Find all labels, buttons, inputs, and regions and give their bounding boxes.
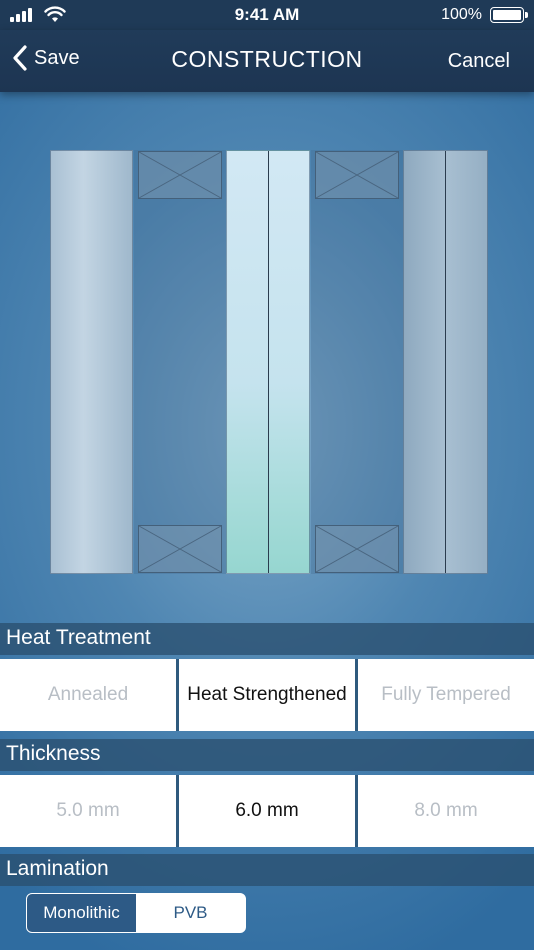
glazing-construction-diagram	[50, 150, 488, 575]
glass-lite-outer[interactable]	[50, 150, 133, 574]
heat-treatment-selector: Annealed Heat Strengthened Fully Tempere…	[0, 659, 534, 731]
navigation-bar: Save CONSTRUCTION Cancel	[0, 30, 534, 92]
spacer-top-left	[138, 151, 222, 199]
status-bar: 9:41 AM 100%	[0, 0, 534, 30]
cancel-button[interactable]: Cancel	[448, 50, 510, 73]
spacer-top-right	[315, 151, 399, 199]
thickness-selector: 5.0 mm 6.0 mm 8.0 mm	[0, 775, 534, 847]
heat-treatment-option-fully-tempered[interactable]: Fully Tempered	[358, 659, 534, 731]
battery-percentage: 100%	[441, 6, 482, 23]
laminate-interlayer-line	[268, 151, 269, 573]
air-gap-right	[311, 150, 403, 574]
heat-treatment-header: Heat Treatment	[0, 623, 534, 655]
glass-lite-inner[interactable]	[403, 150, 488, 574]
glass-lite-center[interactable]	[226, 150, 310, 574]
lamination-toggle: Monolithic PVB	[26, 893, 246, 933]
spacer-bottom-right	[315, 525, 399, 573]
lamination-option-pvb[interactable]: PVB	[136, 894, 245, 932]
lamination-header: Lamination	[0, 854, 534, 886]
thickness-option-6mm[interactable]: 6.0 mm	[179, 775, 355, 847]
heat-treatment-option-heat-strengthened[interactable]: Heat Strengthened	[179, 659, 355, 731]
laminate-interlayer-line	[445, 151, 446, 573]
heat-treatment-option-annealed[interactable]: Annealed	[0, 659, 176, 731]
battery-icon	[490, 7, 528, 23]
lamination-option-monolithic[interactable]: Monolithic	[27, 894, 136, 932]
thickness-header: Thickness	[0, 739, 534, 771]
thickness-option-5mm[interactable]: 5.0 mm	[0, 775, 176, 847]
air-gap-left	[134, 150, 226, 574]
spacer-bottom-left	[138, 525, 222, 573]
thickness-option-8mm[interactable]: 8.0 mm	[358, 775, 534, 847]
